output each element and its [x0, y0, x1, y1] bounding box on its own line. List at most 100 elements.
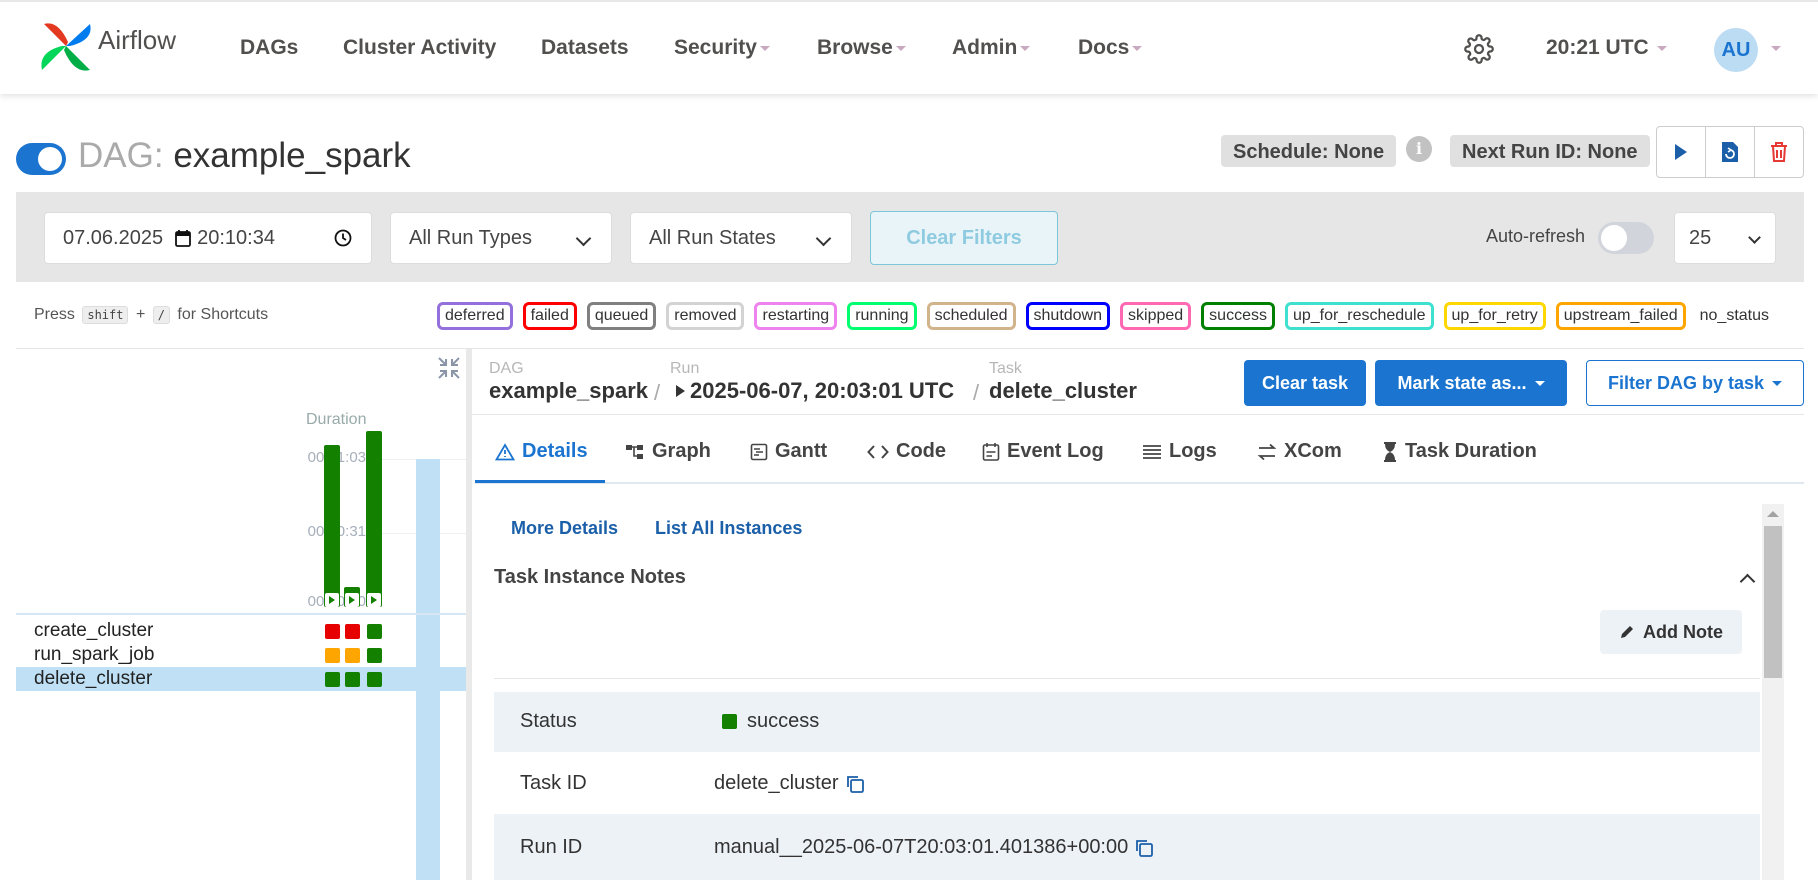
clock-icon[interactable]: [333, 228, 353, 248]
legend-failed[interactable]: failed: [522, 302, 577, 330]
scrollbar-thumb[interactable]: [1764, 526, 1782, 678]
nav-docs[interactable]: Docs: [1078, 36, 1143, 60]
task-instance-failed[interactable]: [345, 624, 360, 639]
legend-upstream-failed[interactable]: upstream_failed: [1555, 302, 1686, 330]
nav-datasets[interactable]: Datasets: [541, 36, 629, 60]
nav-cluster-activity[interactable]: Cluster Activity: [343, 36, 496, 60]
utc-clock[interactable]: 20:21 UTC: [1546, 36, 1667, 60]
detail-value: delete_cluster: [714, 772, 839, 794]
task-row-run-spark-job[interactable]: run_spark_job: [16, 643, 466, 667]
tab-event-log-label: Event Log: [1007, 440, 1104, 462]
more-details-link[interactable]: More Details: [511, 518, 618, 539]
legend-no-status[interactable]: no_status: [1699, 305, 1770, 327]
task-row-create-cluster[interactable]: create_cluster: [16, 619, 466, 643]
trash-icon: [1771, 142, 1787, 162]
info-icon[interactable]: i: [1406, 136, 1432, 162]
clear-filters-button[interactable]: Clear Filters: [870, 211, 1058, 265]
legend-up-for-retry[interactable]: up_for_retry: [1443, 302, 1546, 330]
task-instance-success[interactable]: [345, 672, 360, 687]
run-state-value: All Run States: [649, 226, 776, 249]
page-title: DAG: example_spark: [78, 136, 411, 176]
tab-gantt[interactable]: Gantt: [750, 440, 827, 463]
breadcrumb-separator: /: [654, 380, 661, 405]
nav-security[interactable]: Security: [674, 36, 770, 60]
dag-run-bar[interactable]: [366, 431, 382, 607]
legend-up-for-reschedule[interactable]: up_for_reschedule: [1284, 302, 1434, 330]
user-avatar[interactable]: AU: [1714, 28, 1758, 72]
shift-key: shift: [82, 306, 129, 324]
legend-deferred[interactable]: deferred: [437, 302, 513, 330]
legend-queued[interactable]: queued: [586, 302, 657, 330]
shortcuts-hint[interactable]: Press shift + / for Shortcuts: [34, 306, 268, 324]
gear-icon[interactable]: [1464, 34, 1494, 64]
auto-refresh-switch[interactable]: [1598, 222, 1654, 254]
task-row-delete-cluster[interactable]: delete_cluster: [16, 667, 466, 691]
shortcuts-press: Press: [34, 306, 75, 323]
nav-cluster-activity-label: Cluster Activity: [343, 36, 497, 59]
tab-event-log[interactable]: Event Log: [982, 440, 1104, 463]
add-note-button[interactable]: Add Note: [1600, 610, 1742, 654]
task-instance-failed[interactable]: [325, 624, 340, 639]
breadcrumb-run-label: Run: [670, 360, 700, 377]
legend-scheduled[interactable]: scheduled: [926, 302, 1016, 330]
delete-dag-button[interactable]: [1755, 127, 1803, 177]
nav-dags[interactable]: DAGs: [240, 36, 298, 60]
legend-removed[interactable]: removed: [666, 302, 745, 330]
list-all-instances-link[interactable]: List All Instances: [655, 518, 802, 539]
tab-gantt-label: Gantt: [775, 440, 828, 462]
task-instance-success[interactable]: [325, 672, 340, 687]
nav-browse[interactable]: Browse: [817, 36, 906, 60]
caret-down-icon[interactable]: [1771, 46, 1781, 51]
duration-tick: 00:00:31: [270, 523, 366, 540]
calendar-icon[interactable]: [175, 229, 192, 247]
tab-graph[interactable]: Graph: [625, 440, 711, 463]
clear-task-button[interactable]: Clear task: [1244, 360, 1366, 406]
breadcrumb-run[interactable]: Run 2025-06-07, 20:03:01 UTC: [670, 360, 954, 404]
tab-xcom[interactable]: XCom: [1257, 440, 1342, 463]
legend-restarting[interactable]: restarting: [754, 302, 838, 330]
copy-icon[interactable]: [1134, 838, 1154, 858]
tab-logs[interactable]: Logs: [1142, 440, 1217, 463]
task-instance-success[interactable]: [367, 672, 382, 687]
hourglass-icon: [1384, 441, 1396, 462]
legend-running[interactable]: running: [847, 302, 917, 330]
airflow-logo[interactable]: Airflow: [38, 18, 176, 74]
base-date-input[interactable]: 07.06.2025 20:10:34: [44, 212, 372, 264]
dag-pause-toggle[interactable]: [16, 143, 66, 175]
task-instance-success[interactable]: [367, 648, 382, 663]
nav-admin[interactable]: Admin: [952, 36, 1031, 60]
reparse-dag-button[interactable]: [1706, 127, 1755, 177]
dag-run-bar[interactable]: [324, 445, 340, 607]
legend-success[interactable]: success: [1201, 302, 1275, 330]
breadcrumb-dag[interactable]: DAG example_spark: [489, 360, 648, 404]
tab-details[interactable]: Details: [495, 440, 588, 463]
run-type-select[interactable]: All Run Types: [390, 212, 612, 264]
task-instance-success[interactable]: [367, 624, 382, 639]
legend-skipped[interactable]: skipped: [1120, 302, 1192, 330]
trigger-dag-button[interactable]: [1657, 127, 1706, 177]
page-size-select[interactable]: 25: [1674, 212, 1776, 264]
mark-state-label: Mark state as...: [1397, 372, 1527, 393]
chevron-up-icon[interactable]: [1739, 573, 1756, 590]
details-scrollbar[interactable]: [1762, 504, 1784, 880]
panel-resize-handle[interactable]: [466, 349, 472, 880]
tab-code[interactable]: Code: [867, 440, 946, 463]
task-instance-upstream-failed[interactable]: [345, 648, 360, 663]
dag-title-name: example_spark: [173, 136, 411, 175]
copy-icon[interactable]: [845, 774, 865, 794]
schedule-badge: Schedule: None: [1221, 135, 1397, 167]
scroll-up-arrow-icon[interactable]: [1767, 511, 1779, 517]
collapse-icon[interactable]: [436, 355, 462, 381]
legend-shutdown[interactable]: shutdown: [1025, 302, 1111, 330]
nav-dags-label: DAGs: [240, 36, 299, 59]
tab-task-duration[interactable]: Task Duration: [1382, 440, 1537, 463]
run-state-select[interactable]: All Run States: [630, 212, 852, 264]
filter-dag-button[interactable]: Filter DAG by task: [1586, 360, 1804, 406]
breadcrumb-task[interactable]: Task delete_cluster: [989, 360, 1137, 404]
airflow-pinwheel-icon: [41, 23, 91, 71]
shortcuts-plus: +: [135, 306, 146, 323]
mark-state-button[interactable]: Mark state as...: [1375, 360, 1567, 406]
task-instance-upstream-failed[interactable]: [325, 648, 340, 663]
breadcrumb-task-label: Task: [989, 360, 1022, 377]
caret-down-icon: [895, 45, 906, 51]
